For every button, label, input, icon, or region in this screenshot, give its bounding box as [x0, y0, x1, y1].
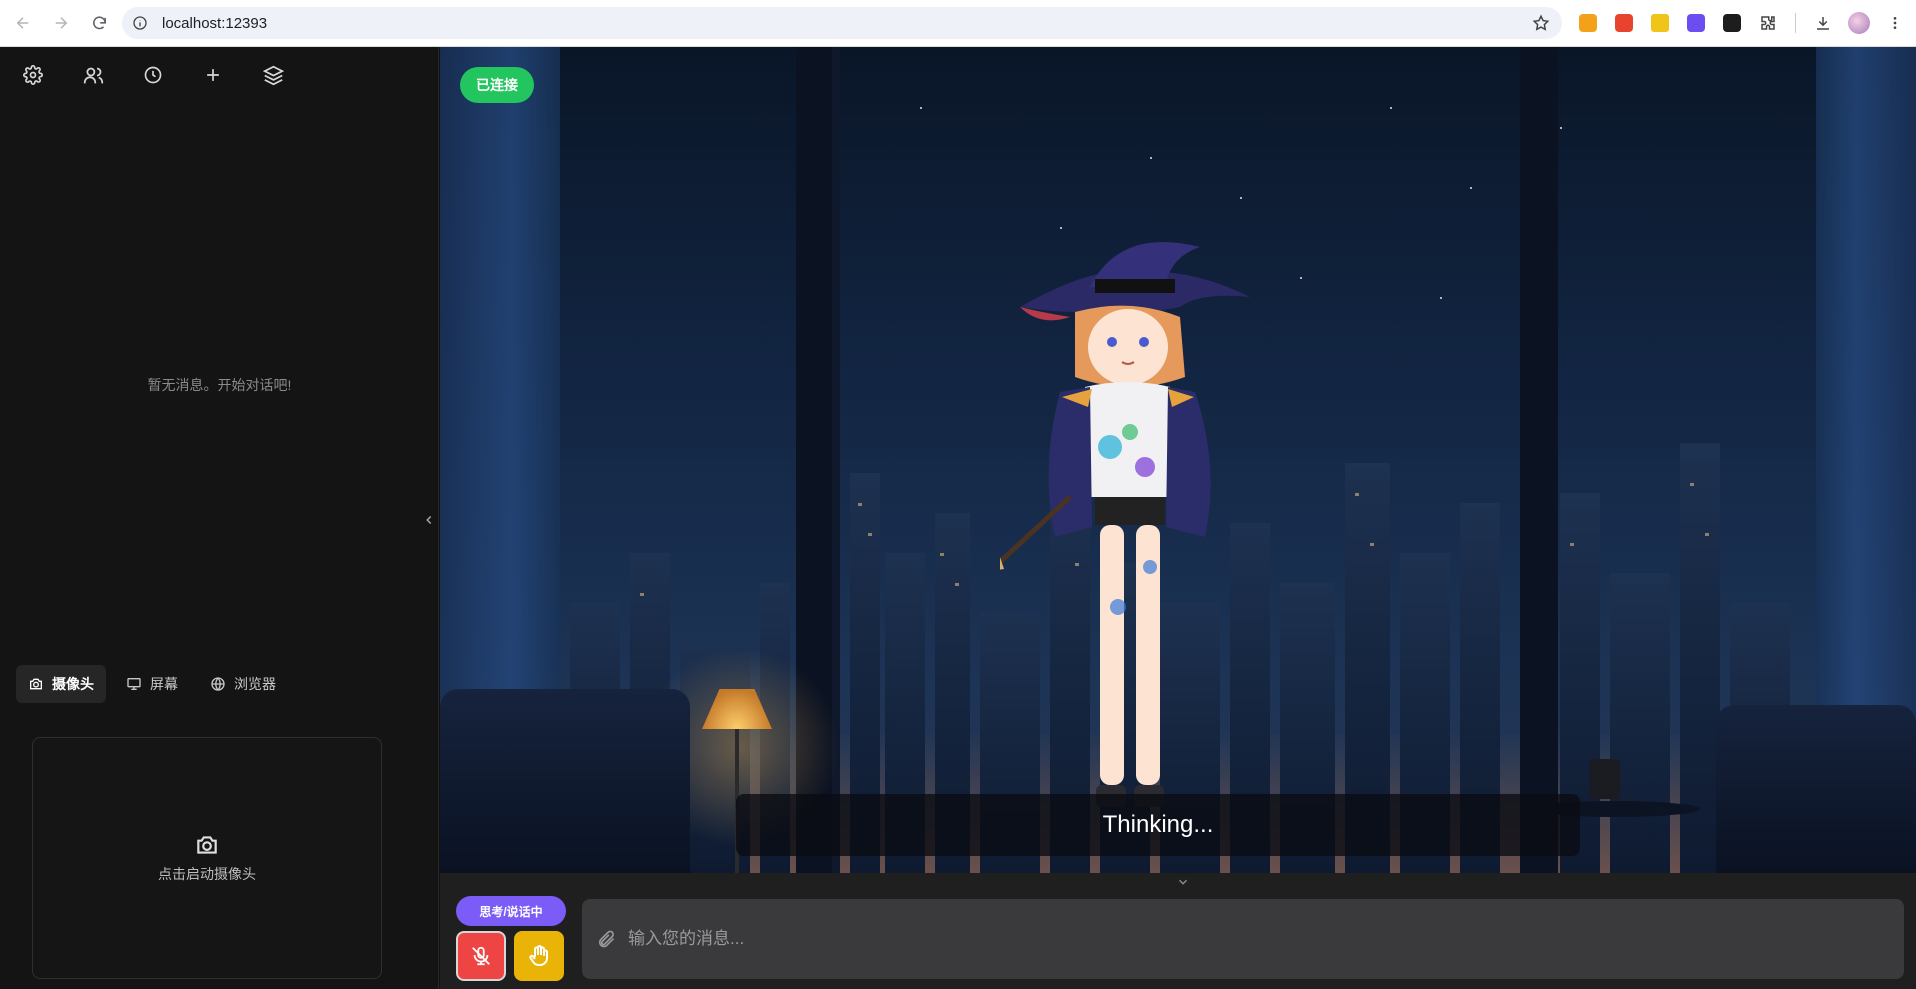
- live2d-stage[interactable]: [440, 47, 1916, 873]
- yellow-extension-icon: [1651, 14, 1669, 32]
- menu-button[interactable]: [1882, 10, 1908, 36]
- collapse-sidebar-button[interactable]: [419, 507, 439, 533]
- star: [1150, 157, 1152, 159]
- input-panel: 思考/说话中: [440, 873, 1916, 989]
- docs-extension-icon: [1579, 14, 1597, 32]
- layers-button[interactable]: [262, 64, 284, 86]
- reload-button[interactable]: [84, 8, 114, 38]
- tab-screen-label: 屏幕: [150, 676, 178, 692]
- sparkle-extension-icon: [1687, 14, 1705, 32]
- connection-status-badge: 已连接: [460, 67, 534, 103]
- live2d-character[interactable]: [1000, 227, 1260, 847]
- star: [920, 107, 922, 109]
- window-frame-right: [1520, 47, 1558, 873]
- star: [1560, 127, 1562, 129]
- chevron-left-icon: [426, 515, 432, 525]
- sidebar-toolbar: [0, 47, 438, 103]
- forward-button[interactable]: [46, 8, 76, 38]
- sofa-left: [440, 689, 690, 873]
- sofa-right: [1716, 705, 1916, 873]
- download-icon: [1817, 17, 1829, 30]
- star: [1440, 297, 1442, 299]
- url-text[interactable]: localhost:12393: [162, 15, 267, 32]
- layers-icon: [262, 65, 284, 85]
- tab-browser-label: 浏览器: [234, 676, 276, 692]
- interrupt-button[interactable]: [514, 931, 564, 981]
- browser-toolbar: localhost:12393: [0, 0, 1916, 47]
- tab-camera[interactable]: 摄像头: [16, 665, 106, 703]
- json-extension-icon: [1615, 14, 1633, 32]
- paperclip-icon[interactable]: [596, 929, 616, 949]
- chevron-down-icon: [1178, 879, 1188, 885]
- mug: [1590, 759, 1620, 799]
- hand-icon: [529, 945, 548, 966]
- camera-icon: [197, 836, 217, 854]
- ai-state-badge: 思考/说话中: [456, 896, 566, 926]
- sidebar: 暂无消息。开始对话吧! 摄像头 屏幕 浏览器 点击启动摄像头: [0, 47, 439, 989]
- extensions-area: [1575, 10, 1908, 36]
- media-source-tabs: 摄像头 屏幕 浏览器: [16, 665, 288, 703]
- toolbar-separator: [1795, 13, 1796, 33]
- info-icon[interactable]: [132, 15, 148, 31]
- reload-icon: [92, 15, 106, 29]
- empty-chat-message: 暂无消息。开始对话吧!: [147, 377, 292, 393]
- address-bar[interactable]: localhost:12393: [122, 7, 1562, 39]
- downloads-button[interactable]: [1810, 10, 1836, 36]
- tab-camera-label: 摄像头: [52, 676, 94, 692]
- tab-screen[interactable]: 屏幕: [114, 665, 190, 703]
- camera-icon: [30, 678, 42, 690]
- profile-button[interactable]: [1846, 10, 1872, 36]
- globe-icon: [211, 677, 225, 691]
- extension-docs[interactable]: [1575, 10, 1601, 36]
- star: [1240, 197, 1242, 199]
- settings-button[interactable]: [22, 64, 44, 86]
- history-button[interactable]: [142, 64, 164, 86]
- gear-icon: [23, 65, 43, 85]
- message-composer: [582, 899, 1904, 979]
- extension-dark[interactable]: [1719, 10, 1745, 36]
- extension-yellow[interactable]: [1647, 10, 1673, 36]
- new-chat-button[interactable]: [202, 64, 224, 86]
- star: [1390, 107, 1392, 109]
- extension-json[interactable]: [1611, 10, 1637, 36]
- mic-off-icon: [472, 946, 490, 966]
- profile-avatar: [1848, 12, 1870, 34]
- characters-button[interactable]: [82, 64, 104, 86]
- bookmark-star-icon[interactable]: [1532, 14, 1550, 32]
- puzzle-icon: [1761, 16, 1775, 30]
- camera-start-label: 点击启动摄像头: [158, 866, 256, 882]
- monitor-icon: [127, 678, 141, 690]
- collapse-input-button[interactable]: [1173, 873, 1193, 891]
- back-button[interactable]: [8, 8, 38, 38]
- more-vertical-icon: [1893, 17, 1897, 29]
- arrow-left-icon: [16, 17, 29, 29]
- message-input[interactable]: [628, 919, 1888, 959]
- star: [1300, 277, 1302, 279]
- subtitle-box: Thinking...: [736, 794, 1580, 856]
- dark-extension-icon: [1723, 14, 1741, 32]
- extensions-button[interactable]: [1755, 10, 1781, 36]
- arrow-right-icon: [55, 17, 68, 29]
- mic-toggle-button[interactable]: [456, 931, 506, 981]
- users-icon: [83, 67, 103, 83]
- camera-start-area[interactable]: 点击启动摄像头: [32, 737, 382, 979]
- plus-icon: [207, 69, 219, 81]
- tab-browser[interactable]: 浏览器: [198, 665, 288, 703]
- star: [1470, 187, 1472, 189]
- extension-purple[interactable]: [1683, 10, 1709, 36]
- clock-icon: [144, 66, 162, 84]
